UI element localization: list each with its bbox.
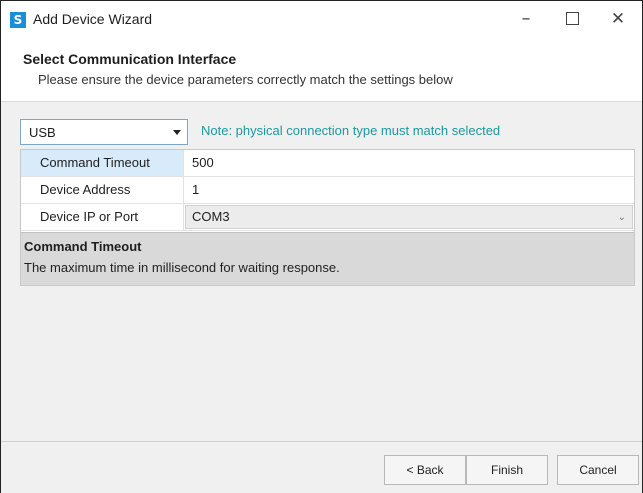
property-row-device-port[interactable]: Device IP or Port COM3 ⌄ <box>21 204 634 231</box>
chevron-down-icon: ⌄ <box>617 212 626 223</box>
property-label: Device IP or Port <box>21 204 184 230</box>
property-label: Command Timeout <box>21 150 184 176</box>
device-address-field[interactable]: 1 <box>192 177 199 203</box>
interface-select-value: USB <box>29 125 56 140</box>
title-bar[interactable]: S Add Device Wizard – ✕ <box>1 1 642 39</box>
page-subtitle: Please ensure the device parameters corr… <box>38 72 453 87</box>
cancel-button[interactable]: Cancel <box>557 455 639 485</box>
wizard-footer: < Back Finish Cancel <box>1 441 642 493</box>
device-port-value: COM3 <box>192 209 230 224</box>
close-icon: ✕ <box>610 9 626 29</box>
minimize-icon: – <box>521 8 531 29</box>
finish-button[interactable]: Finish <box>466 455 548 485</box>
property-description-panel: Command Timeout The maximum time in mill… <box>21 232 634 285</box>
chevron-down-icon <box>173 130 181 135</box>
wizard-header: Select Communication Interface Please en… <box>1 39 642 102</box>
interface-select[interactable]: USB <box>20 119 188 145</box>
app-icon: S <box>10 12 26 28</box>
command-timeout-field[interactable]: 500 <box>192 150 214 176</box>
description-text: The maximum time in millisecond for wait… <box>24 260 340 275</box>
close-button[interactable]: ✕ <box>595 1 641 39</box>
window-title: Add Device Wizard <box>33 11 153 27</box>
property-row-command-timeout[interactable]: Command Timeout 500 <box>21 150 634 177</box>
description-title: Command Timeout <box>24 239 142 254</box>
property-grid: Command Timeout 500 Device Address 1 Dev… <box>20 149 635 286</box>
device-port-select[interactable]: COM3 ⌄ <box>185 205 633 229</box>
property-row-device-address[interactable]: Device Address 1 <box>21 177 634 204</box>
property-label: Device Address <box>21 177 184 203</box>
wizard-content: USB Note: physical connection type must … <box>1 102 642 441</box>
interface-note: Note: physical connection type must matc… <box>201 123 501 138</box>
minimize-button[interactable]: – <box>503 1 549 39</box>
maximize-button[interactable] <box>549 1 595 39</box>
maximize-icon <box>565 11 579 25</box>
back-button[interactable]: < Back <box>384 455 466 485</box>
page-title: Select Communication Interface <box>23 51 237 67</box>
add-device-wizard-window: S Add Device Wizard – ✕ Select Communica… <box>0 0 643 493</box>
